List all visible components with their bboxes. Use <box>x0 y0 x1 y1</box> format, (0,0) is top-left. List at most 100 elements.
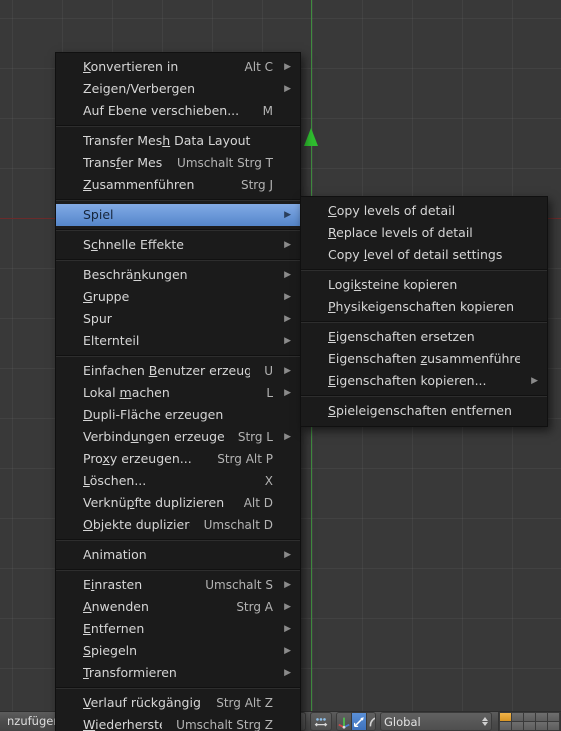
object-menu-item-auf-ebene-verschieben[interactable]: Auf Ebene verschieben...M▶ <box>56 100 300 122</box>
chevron-right-icon: ▶ <box>284 314 291 324</box>
spiel-menu-item-eigenschaften-kopieren[interactable]: Eigenschaften kopieren... ▶ <box>301 370 547 392</box>
object-menu-item-transfer-mesh-data-layout[interactable]: Transfer Mesh Data Layout▶ <box>56 130 300 152</box>
menu-item-label: Transformieren <box>83 665 177 680</box>
chevron-right-icon: ▶ <box>284 292 291 302</box>
object-menu-item-einrasten[interactable]: Einrasten Umschalt S ▶ <box>56 574 300 596</box>
object-menu-item-entfernen[interactable]: Entfernen ▶ <box>56 618 300 640</box>
menu-separator <box>56 199 300 201</box>
menu-item-shortcut: U <box>264 364 273 378</box>
transform-translate-axis-button[interactable] <box>336 713 352 730</box>
menu-separator <box>56 569 300 571</box>
chevron-right-icon: ▶ <box>284 624 291 634</box>
object-menu-item-schnelle-effekte[interactable]: Schnelle Effekte ▶ <box>56 234 300 256</box>
transform-orientation-label: Global <box>384 714 421 729</box>
menu-item-label: Animation <box>83 547 147 562</box>
chevron-right-icon: ▶ <box>284 270 291 280</box>
object-menu-item-proxy-erzeugen[interactable]: Proxy erzeugen...Strg Alt P▶ <box>56 448 300 470</box>
menu-item-label: Verlauf rückgängig machen <box>83 695 202 710</box>
object-menu-item-dupli-fläche-erzeugen[interactable]: Dupli-Fläche erzeugen▶ <box>56 404 300 426</box>
menu-item-shortcut: Strg Alt P <box>217 452 273 466</box>
object-menu-item-elternteil[interactable]: Elternteil ▶ <box>56 330 300 352</box>
menu-item-label: Copy level of detail settings <box>328 247 503 262</box>
menu-item-shortcut: X <box>264 474 273 488</box>
menu-item-label: Copy levels of detail <box>328 203 456 218</box>
object-menu-item-spiel[interactable]: Spiel ▶ <box>56 204 300 226</box>
spiel-menu-item-replace-levels-of-detail[interactable]: Replace levels of detail▶ <box>301 222 547 244</box>
object-menu-item-transformieren[interactable]: Transformieren ▶ <box>56 662 300 684</box>
menu-item-label: Transfer Mesh Data Layout <box>83 133 251 148</box>
object-menu-item-animation[interactable]: Animation ▶ <box>56 544 300 566</box>
transform-rotate-button[interactable] <box>366 713 375 730</box>
menu-item-shortcut: Strg A <box>236 600 273 614</box>
layer-cell[interactable] <box>536 722 547 730</box>
menu-item-shortcut: Alt C <box>244 60 273 74</box>
spiel-menu-item-spieleigenschaften-entfernen[interactable]: Spieleigenschaften entfernen▶ <box>301 400 547 422</box>
layer-cell[interactable] <box>512 713 523 721</box>
menu-item-label: Anwenden <box>83 599 149 614</box>
spiel-menu-item-copy-level-of-detail-settings[interactable]: Copy level of detail settings▶ <box>301 244 547 266</box>
menu-item-shortcut: Umschalt S <box>205 578 273 592</box>
menu-item-label: Schnelle Effekte <box>83 237 184 252</box>
layer-cell[interactable] <box>548 713 559 721</box>
menu-separator <box>301 321 547 323</box>
object-menu-item-objekte-duplizieren[interactable]: Objekte duplizierenUmschalt D▶ <box>56 514 300 536</box>
object-menu-item-lokal-machen[interactable]: Lokal machen L ▶ <box>56 382 300 404</box>
layer-cell[interactable] <box>500 722 511 730</box>
menu-separator <box>56 355 300 357</box>
menu-item-label: Eigenschaften zusammenführen <box>328 351 520 366</box>
menu-item-shortcut: M <box>262 104 273 118</box>
object-menu-item-löschen[interactable]: Löschen...X▶ <box>56 470 300 492</box>
layer-cell[interactable] <box>500 713 511 721</box>
spiel-menu-item-physikeigenschaften-kopieren[interactable]: Physikeigenschaften kopieren▶ <box>301 296 547 318</box>
menu-item-label: Spur <box>83 311 112 326</box>
object-menu-item-beschränkungen[interactable]: Beschränkungen ▶ <box>56 264 300 286</box>
layer-cell[interactable] <box>536 713 547 721</box>
object-menu-item-einfachen-benutzer-erzeugen[interactable]: Einfachen Benutzer erzeugen U ▶ <box>56 360 300 382</box>
menu-item-label: Einfachen Benutzer erzeugen <box>83 363 251 378</box>
object-menu-item-verknüpfte-duplizieren[interactable]: Verknüpfte duplizierenAlt D▶ <box>56 492 300 514</box>
chevron-right-icon: ▶ <box>284 602 291 612</box>
transform-orientation-spinner[interactable] <box>481 717 488 726</box>
menu-item-label: Spiel <box>83 207 114 222</box>
transform-orientation-dropdown[interactable]: Global <box>380 712 492 731</box>
menu-item-label: Konvertieren in <box>83 59 179 74</box>
object-menu-item-konvertieren-in[interactable]: Konvertieren in Alt C ▶ <box>56 56 300 78</box>
layer-cell[interactable] <box>512 722 523 730</box>
transform-move-button[interactable] <box>351 713 367 730</box>
chevron-right-icon: ▶ <box>284 646 291 656</box>
menu-separator <box>56 229 300 231</box>
menu-item-label: Zeigen/Verbergen <box>83 81 195 96</box>
object-menu-item-gruppe[interactable]: Gruppe ▶ <box>56 286 300 308</box>
menu-item-shortcut: Strg L <box>237 430 273 444</box>
object-menu-item-spiegeln[interactable]: Spiegeln ▶ <box>56 640 300 662</box>
object-menu-item-zusammenführen[interactable]: ZusammenführenStrg J▶ <box>56 174 300 196</box>
object-menu-item-anwenden[interactable]: Anwenden Strg A ▶ <box>56 596 300 618</box>
manipulator-toggle-button[interactable] <box>309 712 332 731</box>
layer-cell[interactable] <box>524 722 535 730</box>
chevron-right-icon: ▶ <box>284 668 291 678</box>
spiel-menu-item-eigenschaften-zusammenführen[interactable]: Eigenschaften zusammenführen▶ <box>301 348 547 370</box>
menu-item-label: Spiegeln <box>83 643 138 658</box>
spiel-menu-item-logiksteine-kopieren[interactable]: Logiksteine kopieren▶ <box>301 274 547 296</box>
blender-window: Konvertieren in Alt C ▶ Zeigen/Verbergen ▶ Au… <box>0 0 561 731</box>
layer-cell[interactable] <box>524 713 535 721</box>
scene-layers[interactable] <box>498 712 561 731</box>
menu-item-label: Eigenschaften kopieren... <box>328 373 487 388</box>
menu-item-label: Transfer Mesh Data <box>83 155 163 170</box>
object-menu-item-wiederherstellen[interactable]: WiederherstellenUmschalt Strg Z▶ <box>56 714 300 731</box>
transform-rotate-arc-icon <box>369 716 375 726</box>
transform-manipulator-group[interactable] <box>335 712 376 731</box>
object-menu-item-verlauf-rückgängig-machen[interactable]: Verlauf rückgängig machenStrg Alt Z▶ <box>56 692 300 714</box>
manipulator-widget-icon <box>314 717 328 726</box>
spiel-menu-item-eigenschaften-ersetzen[interactable]: Eigenschaften ersetzen▶ <box>301 326 547 348</box>
object-context-menu[interactable]: Konvertieren in Alt C ▶ Zeigen/Verbergen ▶ Au… <box>55 52 301 731</box>
object-menu-item-zeigen-verbergen[interactable]: Zeigen/Verbergen ▶ <box>56 78 300 100</box>
chevron-right-icon: ▶ <box>284 580 291 590</box>
layer-cell[interactable] <box>548 722 559 730</box>
object-menu-item-transfer-mesh-data[interactable]: Transfer Mesh DataUmschalt Strg T▶ <box>56 152 300 174</box>
object-menu-item-spur[interactable]: Spur ▶ <box>56 308 300 330</box>
menu-item-label: Gruppe <box>83 289 130 304</box>
spiel-submenu[interactable]: Copy levels of detail▶Replace levels of … <box>300 196 548 427</box>
spiel-menu-item-copy-levels-of-detail[interactable]: Copy levels of detail▶ <box>301 200 547 222</box>
object-menu-item-verbindungen-erzeugen[interactable]: Verbindungen erzeugen... Strg L ▶ <box>56 426 300 448</box>
